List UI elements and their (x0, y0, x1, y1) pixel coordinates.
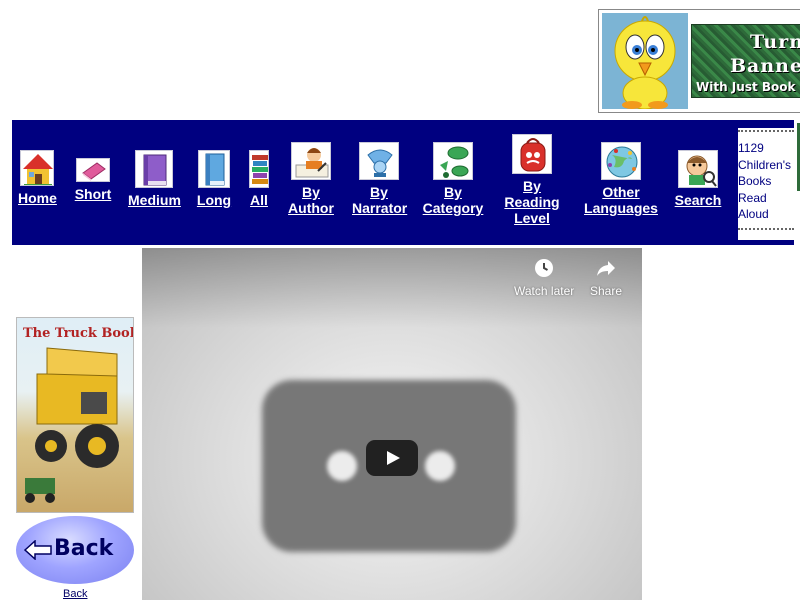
promo-line-3: With Just Book (696, 80, 796, 94)
back-link[interactable]: Back (63, 588, 87, 600)
counter-line-2: Children's (738, 157, 791, 172)
share-button[interactable]: Share (588, 256, 624, 298)
globe-people-icon (601, 142, 641, 180)
nav-item-all[interactable]: All (247, 150, 271, 208)
book-counter: 1129 Children's Books Read Aloud (738, 128, 794, 240)
nav-item-long[interactable]: Long (196, 150, 232, 208)
clock-icon (535, 259, 553, 277)
nav-item-home[interactable]: Home (18, 150, 57, 206)
watch-later-label: Watch later (514, 284, 575, 298)
purple-book-icon (135, 150, 173, 188)
left-arrow-icon (24, 540, 52, 560)
star-divider-top (738, 130, 794, 134)
counter-line-4: Read (738, 190, 767, 205)
nav-label-short: Short (74, 186, 112, 202)
promo-sign: Turn Banne With Just Book (691, 24, 800, 98)
nav-label-by-reading-level: By Reading Level (504, 178, 560, 226)
promo-line-1: Turn (750, 31, 800, 53)
back-button[interactable]: Back (16, 516, 134, 584)
nav-label-by-narrator: By Narrator (352, 184, 408, 216)
thumbnail-dot-left (327, 451, 357, 481)
nav-item-search[interactable]: Search (674, 150, 722, 208)
author-writing-icon (291, 142, 331, 180)
star-divider-bottom (738, 228, 794, 232)
promo-banner[interactable]: Turn Banne With Just Book (598, 9, 800, 113)
nav-item-by-narrator[interactable]: By Narrator (352, 142, 408, 216)
backpack-icon (512, 134, 552, 174)
category-icon (433, 142, 473, 180)
nav-item-by-author[interactable]: By Author (288, 142, 334, 216)
counter-line-3: Books (738, 174, 772, 188)
counter-count: 1129 (738, 141, 764, 155)
nav-item-by-reading-level[interactable]: By Reading Level (500, 134, 564, 226)
nav-label-medium: Medium (128, 192, 181, 208)
share-label: Share (589, 284, 623, 298)
nav-label-home: Home (18, 190, 57, 206)
nav-item-by-category[interactable]: By Category (422, 142, 484, 216)
watch-later-button[interactable]: Watch later (514, 256, 574, 298)
nav-item-other-languages[interactable]: Other Languages (584, 142, 658, 216)
nav-label-other-languages: Other Languages (584, 184, 658, 216)
counter-line-5: Aloud (738, 207, 769, 221)
video-player[interactable]: Watch later Share (142, 248, 642, 600)
pink-book-icon (76, 158, 110, 182)
nav-label-by-category: By Category (422, 184, 484, 216)
tweety-image (602, 13, 688, 110)
book-stack-icon (249, 150, 269, 188)
share-arrow-icon (597, 261, 615, 276)
nav-label-long: Long (196, 192, 232, 208)
blue-book-icon (198, 150, 230, 188)
nav-label-by-author: By Author (288, 184, 334, 216)
play-icon[interactable] (366, 440, 418, 476)
nav-item-short[interactable]: Short (74, 158, 112, 202)
back-button-label: Back (54, 536, 114, 561)
nav-label-all: All (250, 192, 268, 208)
book-cover[interactable]: The Truck Book (16, 317, 134, 513)
narrator-icon (359, 142, 399, 180)
nav-label-search: Search (674, 192, 722, 208)
nav-item-medium[interactable]: Medium (128, 150, 181, 208)
search-face-icon (678, 150, 718, 188)
thumbnail-dot-right (425, 451, 455, 481)
dump-truck-illustration (25, 347, 119, 503)
promo-line-2: Banne (730, 55, 800, 77)
house-icon (20, 150, 54, 186)
